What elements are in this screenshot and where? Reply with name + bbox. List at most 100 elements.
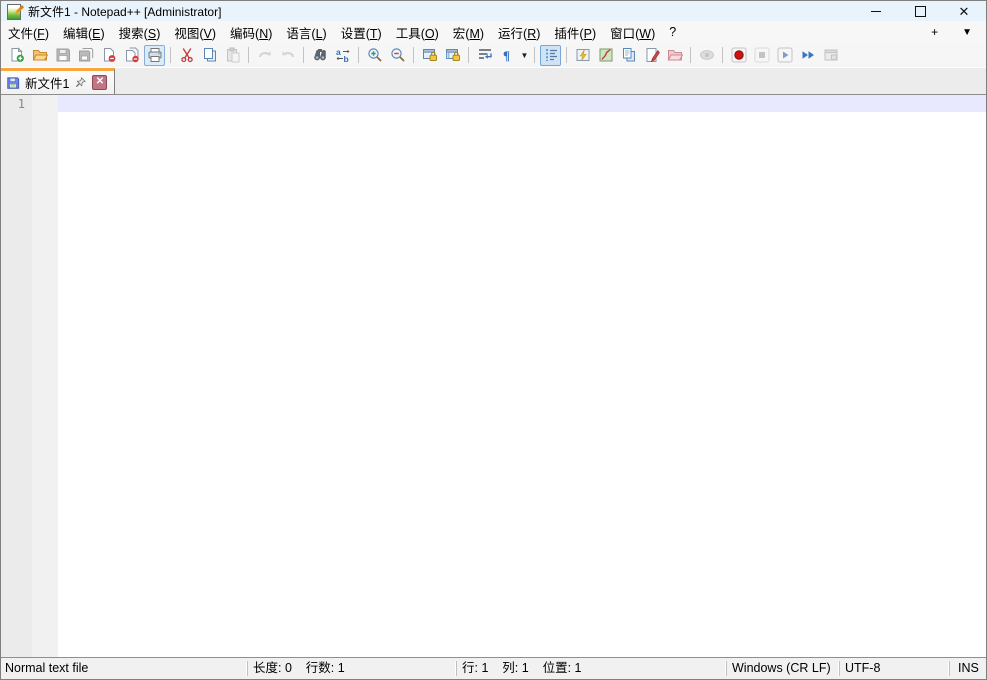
menu-item-encoding[interactable]: 编码(N)	[223, 21, 279, 44]
tab-bar: 新文件1 ✕	[1, 67, 986, 95]
tab-new-file-1[interactable]: 新文件1 ✕	[1, 68, 116, 94]
close-all-files-button[interactable]	[121, 45, 142, 66]
menu-item-tools[interactable]: 工具(O)	[389, 21, 446, 44]
new-file-button[interactable]	[6, 45, 27, 66]
toolbar-separator	[170, 47, 171, 63]
sync-horizontal-scroll-icon	[445, 49, 460, 61]
zoom-in-icon	[367, 48, 382, 62]
print-button[interactable]	[144, 44, 165, 66]
menu-item-search[interactable]: 搜索(S)	[112, 21, 168, 44]
menu-item-macro[interactable]: 宏(M)	[446, 21, 491, 44]
indent-guide-button[interactable]	[540, 44, 561, 66]
toolbar-separator	[358, 47, 359, 63]
redo-button[interactable]	[277, 45, 298, 66]
record-macro-button[interactable]	[728, 45, 749, 66]
svg-text:¶: ¶	[503, 48, 510, 63]
menu-item-plugins[interactable]: 插件(P)	[547, 21, 603, 44]
menu-item-language[interactable]: 语言(L)	[279, 21, 333, 44]
close-icon: ✕	[958, 3, 970, 19]
line-number: 1	[17, 97, 25, 111]
minimize-button[interactable]	[854, 1, 898, 21]
show-all-characters-button[interactable]: ¶	[497, 45, 518, 66]
play-macro-icon	[777, 47, 792, 63]
find-icon	[313, 49, 326, 61]
save-button[interactable]	[52, 45, 73, 66]
monitoring-eye-icon	[699, 50, 714, 60]
status-encoding[interactable]: UTF-8	[839, 661, 949, 676]
title-bar: 新文件1 - Notepad++ [Administrator] ✕	[1, 1, 986, 21]
minimize-icon	[871, 10, 881, 12]
copy-button[interactable]	[199, 45, 220, 66]
run-macro-multiple-button[interactable]	[797, 45, 818, 66]
folder-workspace-icon	[667, 50, 683, 61]
toolbar-separator	[722, 47, 723, 63]
status-cursor-position: 行: 1 列: 1 位置: 1	[456, 661, 726, 676]
close-all-files-icon	[125, 47, 139, 63]
document-list-button[interactable]	[618, 45, 639, 66]
pin-tab-icon[interactable]	[74, 76, 87, 89]
menu-item-run[interactable]: 运行(R)	[491, 21, 547, 44]
print-icon	[148, 48, 161, 62]
word-wrap-button[interactable]	[474, 45, 495, 66]
editor-area[interactable]: 1	[1, 95, 986, 657]
new-tab-button[interactable]: +	[919, 25, 950, 39]
new-file-icon	[11, 47, 24, 62]
menu-item-settings[interactable]: 设置(T)	[334, 21, 389, 44]
svg-text:b: b	[343, 54, 348, 63]
undo-icon	[258, 51, 271, 58]
menu-item-view[interactable]: 视图(V)	[167, 21, 223, 44]
zoom-in-button[interactable]	[364, 45, 385, 66]
paste-button[interactable]	[222, 45, 243, 66]
monitoring-eye-button[interactable]	[696, 45, 717, 66]
toolbar-separator	[248, 47, 249, 63]
bookmark-margin[interactable]	[32, 95, 58, 657]
toolbar-separator	[468, 47, 469, 63]
open-folder-button[interactable]	[29, 45, 50, 66]
document-map-button[interactable]	[595, 45, 616, 66]
maximize-icon	[914, 5, 926, 17]
status-eol-format[interactable]: Windows (CR LF)	[726, 661, 839, 676]
function-list-button[interactable]	[572, 45, 593, 66]
tab-list-button[interactable]: ▼	[950, 27, 986, 38]
open-folder-icon	[32, 50, 48, 61]
replace-icon: ab	[336, 47, 349, 63]
save-macro-button[interactable]	[820, 45, 841, 66]
window-title: 新文件1 - Notepad++ [Administrator]	[28, 4, 222, 19]
replace-button[interactable]: ab	[332, 45, 353, 66]
word-wrap-icon	[478, 49, 492, 59]
cut-button[interactable]	[176, 45, 197, 66]
folder-workspace-button[interactable]	[664, 45, 685, 66]
show-all-characters-icon: ¶	[503, 48, 510, 63]
line-number-margin: 1	[1, 95, 32, 657]
menu-item-window[interactable]: 窗口(W)	[603, 21, 662, 44]
current-line-highlight	[58, 95, 986, 112]
status-length-lines: 长度: 0 行数: 1	[247, 661, 456, 676]
menu-item-help[interactable]: ?	[662, 23, 683, 41]
sync-horizontal-scroll-button[interactable]	[442, 45, 463, 66]
record-macro-icon	[731, 47, 746, 63]
save-macro-icon	[824, 49, 837, 61]
play-macro-button[interactable]	[774, 45, 795, 66]
stop-macro-button[interactable]	[751, 45, 772, 66]
text-content[interactable]	[58, 95, 986, 657]
toolbar-separator	[303, 47, 304, 63]
find-button[interactable]	[309, 45, 330, 66]
zoom-out-button[interactable]	[387, 45, 408, 66]
close-file-button[interactable]	[98, 45, 119, 66]
toolbar-separator	[566, 47, 567, 63]
undo-button[interactable]	[254, 45, 275, 66]
show-symbols-dropdown-button[interactable]: ▼	[519, 45, 530, 66]
status-doc-type: Normal text file	[5, 661, 89, 675]
svg-text:a: a	[336, 47, 341, 57]
maximize-button[interactable]	[898, 1, 942, 21]
close-button[interactable]: ✕	[942, 1, 986, 21]
menu-item-edit[interactable]: 编辑(E)	[56, 21, 112, 44]
run-macro-multiple-icon	[802, 51, 814, 59]
status-insert-mode[interactable]: INS	[949, 661, 986, 676]
menu-item-file[interactable]: 文件(F)	[1, 21, 56, 44]
sync-vertical-scroll-button[interactable]	[419, 45, 440, 66]
file-pen-button[interactable]	[641, 45, 662, 66]
redo-icon	[281, 51, 294, 58]
close-tab-icon[interactable]: ✕	[92, 75, 108, 90]
save-all-button[interactable]	[75, 45, 96, 66]
